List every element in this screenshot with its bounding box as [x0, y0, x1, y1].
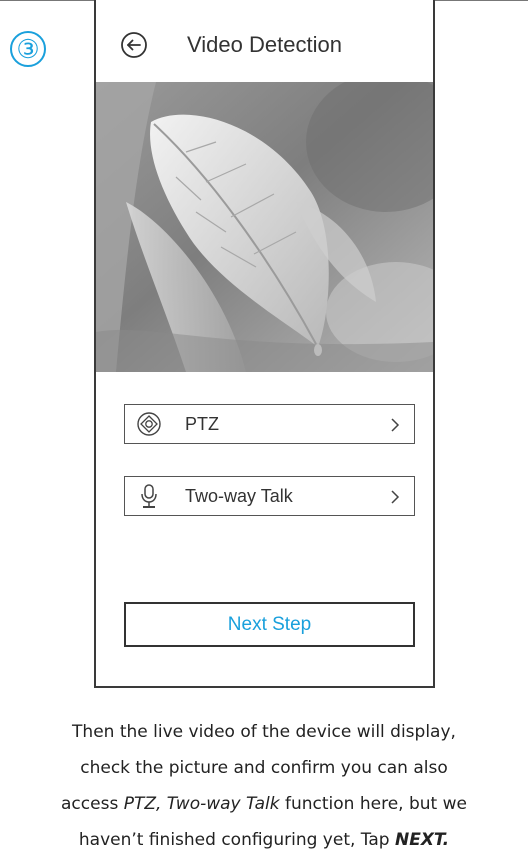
page-title: Video Detection: [187, 32, 342, 57]
ptz-joystick-icon: [136, 411, 162, 437]
menu-item-ptz[interactable]: PTZ: [124, 404, 415, 444]
live-video-frame: [96, 82, 433, 372]
caption-text: access: [61, 794, 124, 814]
microphone-icon: [136, 483, 162, 509]
caption-line-4: haven’t finished configuring yet, Tap NE…: [0, 822, 528, 858]
caption-text: haven’t finished configuring yet, Tap: [78, 830, 395, 850]
caption-text: function here, but we: [279, 794, 467, 814]
caption-emphasis: PTZ, Two-way Talk: [123, 794, 280, 814]
caption-line-1: Then the live video of the device will d…: [72, 722, 456, 742]
chevron-right-icon: [390, 489, 400, 505]
phone-screen: Video Detection PTZ Two-way Talk Next St…: [94, 0, 435, 688]
back-button[interactable]: [120, 31, 148, 59]
caption-line-3: access PTZ, Two-way Talk function here, …: [0, 786, 528, 822]
arrow-left-circle-icon: [121, 32, 147, 58]
step-number-marker: ③: [10, 31, 46, 67]
chevron-right-icon: [390, 417, 400, 433]
instruction-caption: Then the live video of the device will d…: [0, 714, 528, 858]
app-header: Video Detection: [96, 18, 433, 78]
menu-item-two-way-talk[interactable]: Two-way Talk: [124, 476, 415, 516]
menu-item-label: Two-way Talk: [185, 486, 293, 506]
menu-item-label: PTZ: [185, 414, 219, 434]
caption-line-2: check the picture and confirm you can al…: [80, 758, 448, 778]
next-step-button[interactable]: Next Step: [124, 602, 415, 647]
caption-emphasis-next: NEXT.: [394, 830, 450, 850]
live-video-view[interactable]: [96, 82, 433, 372]
